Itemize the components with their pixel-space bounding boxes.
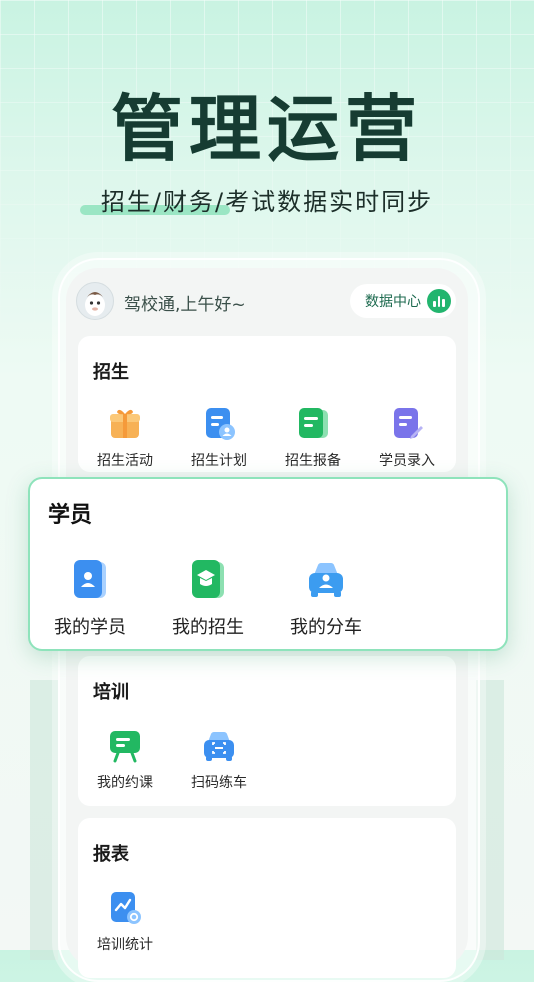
my-enroll-item[interactable]: 我的招生 <box>148 559 268 639</box>
reports-title: 报表 <box>93 844 129 865</box>
stats-chart-icon <box>107 890 143 926</box>
students-title: 学员 <box>48 503 93 528</box>
my-students-item[interactable]: 我的学员 <box>30 559 150 639</box>
student-entry-item[interactable]: 学员录入 <box>360 406 454 470</box>
training-stats-label: 培训统计 <box>97 937 153 953</box>
scan-practice-item[interactable]: 扫码练车 <box>172 728 266 792</box>
car-person-icon <box>306 559 346 601</box>
training-title: 培训 <box>93 682 129 703</box>
enroll-report-label: 招生报备 <box>285 453 341 469</box>
enroll-title: 招生 <box>93 362 129 383</box>
edit-note-icon <box>389 406 425 442</box>
report-note-icon <box>295 406 331 442</box>
reports-card: 报表 培训统计 <box>78 818 456 978</box>
data-center-label: 数据中心 <box>365 294 421 310</box>
students-card: 学员 我的学员 我的招生 我的分车 <box>28 477 508 651</box>
scan-car-icon <box>201 728 237 764</box>
gift-icon <box>107 406 143 442</box>
hero-title: 管理运营 <box>110 87 423 171</box>
enroll-activity-item[interactable]: 招生活动 <box>78 406 172 470</box>
my-students-label: 我的学员 <box>54 617 126 638</box>
app-header: 驾校通,上午好~ 数据中心 <box>76 282 456 322</box>
blackboard-icon <box>107 728 143 764</box>
student-entry-label: 学员录入 <box>379 453 435 469</box>
my-cars-label: 我的分车 <box>290 617 362 638</box>
enroll-activity-label: 招生活动 <box>97 453 153 469</box>
my-enroll-label: 我的招生 <box>172 617 244 638</box>
bar-chart-icon <box>427 289 451 313</box>
plan-document-icon <box>201 406 237 442</box>
greeting-text: 驾校通,上午好~ <box>124 295 246 315</box>
training-card: 培训 我的约课 扫码练车 <box>78 656 456 806</box>
decor-block-left <box>30 680 58 960</box>
hero-subtitle: 招生/财务/考试数据实时同步 <box>100 188 434 216</box>
enroll-report-item[interactable]: 招生报备 <box>266 406 360 470</box>
my-lessons-label: 我的约课 <box>97 775 153 791</box>
avatar[interactable] <box>76 282 114 320</box>
decor-block-right <box>476 680 504 960</box>
student-card-icon <box>70 559 110 601</box>
training-stats-item[interactable]: 培训统计 <box>78 890 172 954</box>
my-cars-item[interactable]: 我的分车 <box>266 559 386 639</box>
enroll-plan-label: 招生计划 <box>191 453 247 469</box>
data-center-button[interactable]: 数据中心 <box>350 284 456 318</box>
enroll-card: 招生 招生活动 招生计划 招生报备 学员录入 <box>78 336 456 472</box>
graduation-book-icon <box>188 559 228 601</box>
scan-practice-label: 扫码练车 <box>191 775 247 791</box>
enroll-plan-item[interactable]: 招生计划 <box>172 406 266 470</box>
my-lessons-item[interactable]: 我的约课 <box>78 728 172 792</box>
